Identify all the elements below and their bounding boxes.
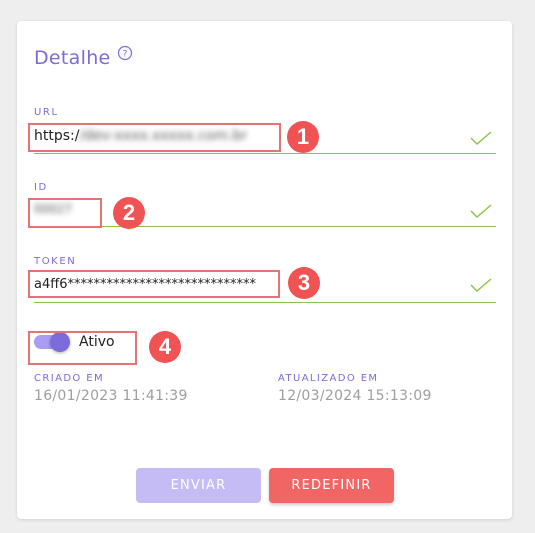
help-icon[interactable]: ? bbox=[117, 45, 133, 61]
svg-text:?: ? bbox=[122, 50, 127, 60]
check-icon bbox=[470, 278, 492, 292]
created-info: CRIADO EM 16/01/2023 11:41:39 bbox=[34, 373, 188, 404]
updated-label: ATUALIZADO EM bbox=[278, 373, 379, 384]
id-field: ID 00027 bbox=[34, 182, 496, 228]
url-label: URL bbox=[34, 107, 59, 118]
annotation-box-1 bbox=[28, 123, 281, 152]
card-title: Detalhe bbox=[34, 47, 111, 69]
updated-info: ATUALIZADO EM 12/03/2024 15:13:09 bbox=[278, 373, 432, 404]
token-label: TOKEN bbox=[34, 256, 77, 267]
created-label: CRIADO EM bbox=[34, 373, 105, 384]
created-value: 16/01/2023 11:41:39 bbox=[34, 388, 188, 404]
card-header: Detalhe ? bbox=[34, 45, 133, 69]
annotation-box-4 bbox=[28, 331, 137, 365]
annotation-badge-2: 2 bbox=[113, 197, 145, 229]
check-icon bbox=[470, 131, 492, 145]
id-label: ID bbox=[34, 182, 48, 193]
url-underline bbox=[34, 153, 496, 154]
id-underline bbox=[34, 226, 496, 227]
annotation-badge-4: 4 bbox=[149, 331, 181, 363]
updated-value: 12/03/2024 15:13:09 bbox=[278, 388, 432, 404]
send-button[interactable]: ENVIAR bbox=[136, 468, 261, 503]
annotation-badge-3: 3 bbox=[288, 267, 320, 299]
token-underline bbox=[34, 302, 496, 303]
annotation-badge-1: 1 bbox=[287, 121, 319, 153]
annotation-box-2 bbox=[28, 198, 102, 228]
annotation-box-3 bbox=[28, 270, 280, 298]
reset-button[interactable]: REDEFINIR bbox=[269, 468, 394, 503]
check-icon bbox=[470, 204, 492, 218]
